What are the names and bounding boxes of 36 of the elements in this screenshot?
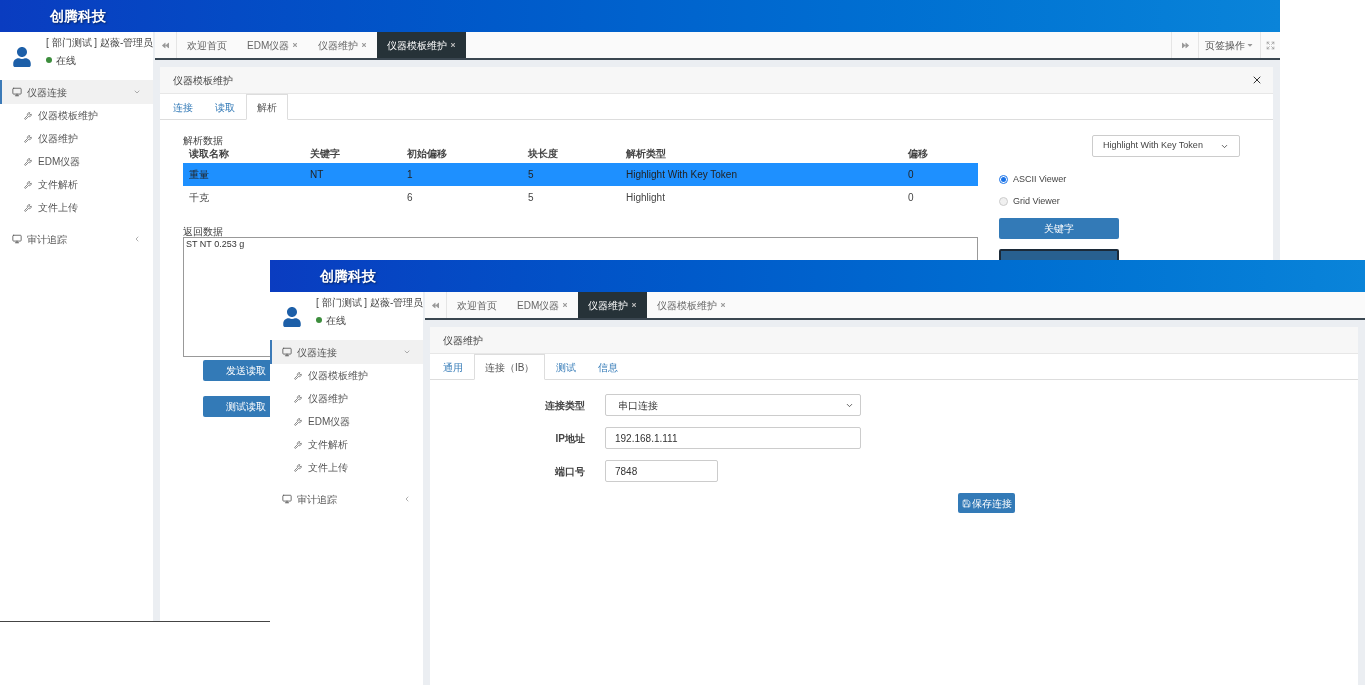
menu-label: 审计追踪 [27, 232, 68, 247]
menu-label: 仪器连接 [297, 345, 338, 360]
table-cell-text: 6 [407, 191, 414, 205]
field-label: 端口号 [554, 464, 585, 479]
radio-label: Grid Viewer [1013, 194, 1060, 208]
panel-title: 仪器模板维护 [173, 73, 233, 88]
column-header: 关键字 [310, 146, 341, 161]
column-header: 偏移 [908, 146, 929, 161]
section-label: 解析数据 [183, 134, 224, 145]
status-text: 在线 [56, 53, 76, 68]
column-header: 解析类型 [626, 146, 667, 161]
user-name: [ 部门测试 ] 赵薇-管理员 [316, 295, 424, 310]
table-cell-text: Highlight With Key Token [626, 168, 738, 182]
table-cell-text: 5 [528, 191, 535, 205]
table-cell-text: 1 [407, 168, 414, 182]
user-name: [ 部门测试 ] 赵薇-管理员 [46, 35, 154, 50]
menu-label: 仪器连接 [27, 85, 68, 100]
menu-label: 审计追踪 [297, 492, 338, 507]
field-label: 连接类型 [544, 398, 585, 413]
table-cell-text: 0 [908, 191, 915, 205]
column-header: 读取名称 [189, 146, 230, 161]
table-cell-text: Highlight [626, 191, 666, 205]
panel-title: 仪器维护 [443, 333, 483, 348]
brand-name: 创腾科技 [50, 6, 106, 26]
brand-name: 创腾科技 [320, 266, 376, 286]
table-cell-text: 重量 [189, 168, 210, 182]
column-header: 块长度 [528, 146, 559, 161]
table-cell-text: NT [310, 168, 325, 182]
table-cell-text: 0 [908, 168, 915, 182]
radio-label: ASCII Viewer [1013, 173, 1067, 186]
column-header: 初始偏移 [407, 146, 448, 161]
status-text: 在线 [326, 313, 346, 328]
table-cell-text: 5 [528, 168, 535, 182]
section-label: 返回数据 [183, 225, 224, 237]
field-label: IP地址 [554, 431, 585, 446]
table-cell-text: 千克 [189, 191, 210, 205]
